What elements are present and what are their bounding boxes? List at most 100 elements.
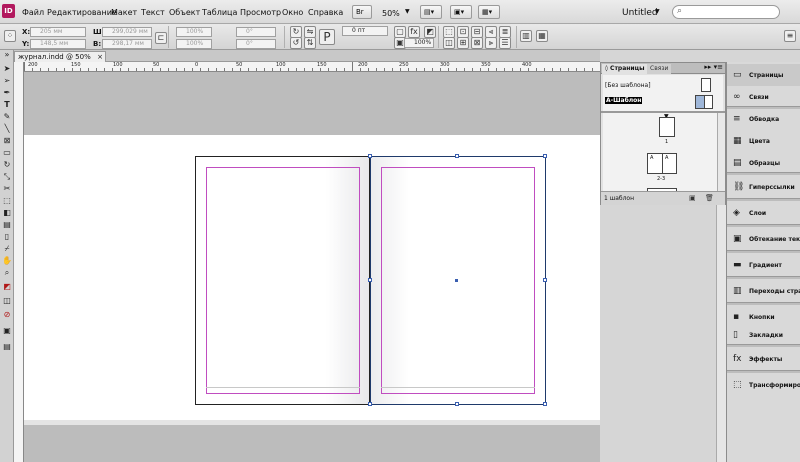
master-none-label[interactable]: [Без шаблона] bbox=[605, 82, 651, 89]
scale-x-field[interactable]: 100% bbox=[176, 27, 212, 37]
effects-icon[interactable]: fx bbox=[408, 26, 420, 38]
master-none-thumbnail[interactable] bbox=[701, 78, 711, 92]
scissors-tool-icon[interactable]: ✂ bbox=[1, 184, 13, 194]
dock-item-effects[interactable]: fx Эффекты bbox=[727, 348, 800, 370]
dock-item-stroke[interactable]: ≡ Обводка bbox=[727, 108, 800, 130]
select-content-icon[interactable]: ◫ bbox=[443, 37, 455, 49]
screen-mode-icon[interactable]: ▤ bbox=[1, 342, 13, 352]
document-canvas[interactable] bbox=[24, 72, 600, 462]
panel-menu-icon[interactable]: ▸▸ ▾≡ bbox=[704, 63, 723, 71]
selection-tool-icon[interactable]: ➤ bbox=[1, 64, 13, 74]
close-icon[interactable]: × bbox=[97, 52, 103, 62]
note-tool-icon[interactable]: ▯ bbox=[1, 232, 13, 242]
width-field[interactable]: 299,029 мм bbox=[102, 27, 152, 37]
menu-layout[interactable]: Макет bbox=[111, 8, 137, 17]
distribute-icon[interactable]: ☰ bbox=[499, 37, 511, 49]
align-bottom-icon[interactable]: ⫸ bbox=[485, 37, 497, 49]
search-input[interactable]: ⌕ bbox=[672, 5, 780, 19]
frame-fitting-icon[interactable]: ▥ bbox=[520, 30, 532, 42]
apply-none-icon[interactable]: ⊘ bbox=[1, 310, 13, 320]
direct-selection-tool-icon[interactable]: ➢ bbox=[1, 76, 13, 86]
dock-item-page-transitions[interactable]: ▥ Переходы страниц bbox=[727, 280, 800, 302]
tab-links[interactable]: Связи bbox=[647, 64, 672, 74]
gradient-tool-icon[interactable]: ◧ bbox=[1, 208, 13, 218]
menu-help[interactable]: Справка bbox=[308, 8, 343, 17]
center-content-icon[interactable]: ⊠ bbox=[471, 37, 483, 49]
reference-point-icon[interactable]: ⁘ bbox=[4, 30, 16, 42]
tab-pages[interactable]: ◊ Страницы bbox=[602, 64, 648, 74]
bridge-button[interactable]: Br bbox=[352, 5, 372, 19]
line-tool-icon[interactable]: ╲ bbox=[1, 124, 13, 134]
auto-fit-icon[interactable]: ▦ bbox=[536, 30, 548, 42]
toolbox-collapse-icon[interactable]: » bbox=[1, 50, 13, 60]
selection-handle[interactable] bbox=[543, 154, 547, 158]
pages-panel-scrollbar[interactable] bbox=[717, 113, 725, 191]
x-position-field[interactable]: 205 мм bbox=[30, 27, 86, 37]
selection-handle[interactable] bbox=[368, 154, 372, 158]
scale-tool-icon[interactable]: ⤡ bbox=[1, 172, 13, 182]
eyedropper-tool-icon[interactable]: ⌿ bbox=[1, 244, 13, 254]
selection-handle[interactable] bbox=[368, 278, 372, 282]
menu-text[interactable]: Текст bbox=[141, 8, 165, 17]
dock-item-swatches[interactable]: ▤ Образцы bbox=[727, 152, 800, 174]
view-options-button[interactable]: ▤▾ bbox=[420, 5, 442, 19]
menu-file[interactable]: Файл bbox=[22, 8, 44, 17]
arrange-documents-button[interactable]: ▦▾ bbox=[478, 5, 500, 19]
page-1-thumbnail[interactable] bbox=[659, 117, 675, 137]
chevron-down-icon[interactable]: ▼ bbox=[655, 8, 660, 15]
rotate-ccw-icon[interactable]: ↺ bbox=[290, 37, 302, 49]
type-tool-icon[interactable]: T bbox=[1, 100, 13, 110]
document-tab[interactable]: журнал.indd @ 50% × bbox=[14, 51, 106, 62]
stroke-weight-field[interactable]: 0 пт bbox=[342, 26, 388, 36]
pencil-tool-icon[interactable]: ✎ bbox=[1, 112, 13, 122]
vertical-ruler[interactable] bbox=[14, 62, 24, 462]
menu-edit[interactable]: Редактирование bbox=[47, 8, 117, 17]
flip-vertical-icon[interactable]: ⇅ bbox=[304, 37, 316, 49]
chevron-down-icon[interactable]: ▼ bbox=[405, 8, 410, 15]
page-2[interactable] bbox=[195, 156, 370, 405]
opacity-field[interactable]: 100% bbox=[404, 38, 434, 48]
menu-object[interactable]: Объект bbox=[169, 8, 200, 17]
menu-view[interactable]: Просмотр bbox=[240, 8, 281, 17]
page-3[interactable] bbox=[370, 156, 546, 405]
pen-tool-icon[interactable]: ✒ bbox=[1, 88, 13, 98]
hand-tool-icon[interactable]: ✋ bbox=[1, 256, 13, 266]
zoom-tool-icon[interactable]: ⌕ bbox=[1, 268, 13, 278]
drop-shadow-icon[interactable]: ◩ bbox=[424, 26, 436, 38]
reference-p-icon[interactable]: P bbox=[319, 29, 335, 45]
height-field[interactable]: 298,17 мм bbox=[102, 39, 152, 49]
dock-item-swatch[interactable]: ▦ Цвета bbox=[727, 130, 800, 152]
gradient-feather-tool-icon[interactable]: ▤ bbox=[1, 220, 13, 230]
formatting-container-icon[interactable]: ◫ bbox=[1, 296, 13, 306]
horizontal-ruler[interactable]: 200 150 100 50 0 50 100 150 200 250 300 … bbox=[24, 62, 600, 72]
fit-content-icon[interactable]: ⊞ bbox=[457, 37, 469, 49]
dock-item-hyperlink[interactable]: ⛓ Гиперссылки bbox=[727, 176, 800, 198]
master-a-thumbnail[interactable] bbox=[695, 95, 713, 109]
selection-handle[interactable] bbox=[455, 402, 459, 406]
trash-icon[interactable]: 🗑 bbox=[705, 194, 714, 202]
dock-item-transform[interactable]: ⬚ Трансформирова bbox=[727, 374, 800, 396]
selection-handle[interactable] bbox=[543, 278, 547, 282]
dock-item-bookmarks[interactable]: ▯ Закладки bbox=[727, 324, 800, 346]
rotation-field[interactable]: 0° bbox=[236, 27, 276, 37]
scale-y-field[interactable]: 100% bbox=[176, 39, 212, 49]
spread-2-3-thumbnail[interactable]: A A bbox=[647, 153, 677, 174]
shear-field[interactable]: 0° bbox=[236, 39, 276, 49]
fill-stroke-swatch-icon[interactable]: ◩ bbox=[1, 282, 13, 292]
dock-item-gradient[interactable]: ▬ Градиент bbox=[727, 254, 800, 276]
menu-window[interactable]: Окно bbox=[282, 8, 303, 17]
document-title[interactable]: Untitled bbox=[622, 8, 658, 18]
new-page-icon[interactable]: ▣ bbox=[689, 194, 696, 202]
constrain-proportions-icon[interactable]: ⊏ bbox=[155, 32, 167, 44]
free-transform-tool-icon[interactable]: ⬚ bbox=[1, 196, 13, 206]
view-mode-icon[interactable]: ▣ bbox=[1, 326, 13, 336]
menu-table[interactable]: Таблица bbox=[202, 8, 237, 17]
selection-handle[interactable] bbox=[455, 154, 459, 158]
selection-handle[interactable] bbox=[543, 402, 547, 406]
control-panel-menu-icon[interactable]: ≡ bbox=[784, 30, 796, 42]
rectangle-frame-tool-icon[interactable]: ⊠ bbox=[1, 136, 13, 146]
rectangle-tool-icon[interactable]: ▭ bbox=[1, 148, 13, 158]
dock-item-text-wrap[interactable]: ▣ Обтекание текстом bbox=[727, 228, 800, 250]
screen-mode-button[interactable]: ▣▾ bbox=[450, 5, 472, 19]
dock-item-pages[interactable]: ▭ Страницы bbox=[727, 64, 800, 86]
